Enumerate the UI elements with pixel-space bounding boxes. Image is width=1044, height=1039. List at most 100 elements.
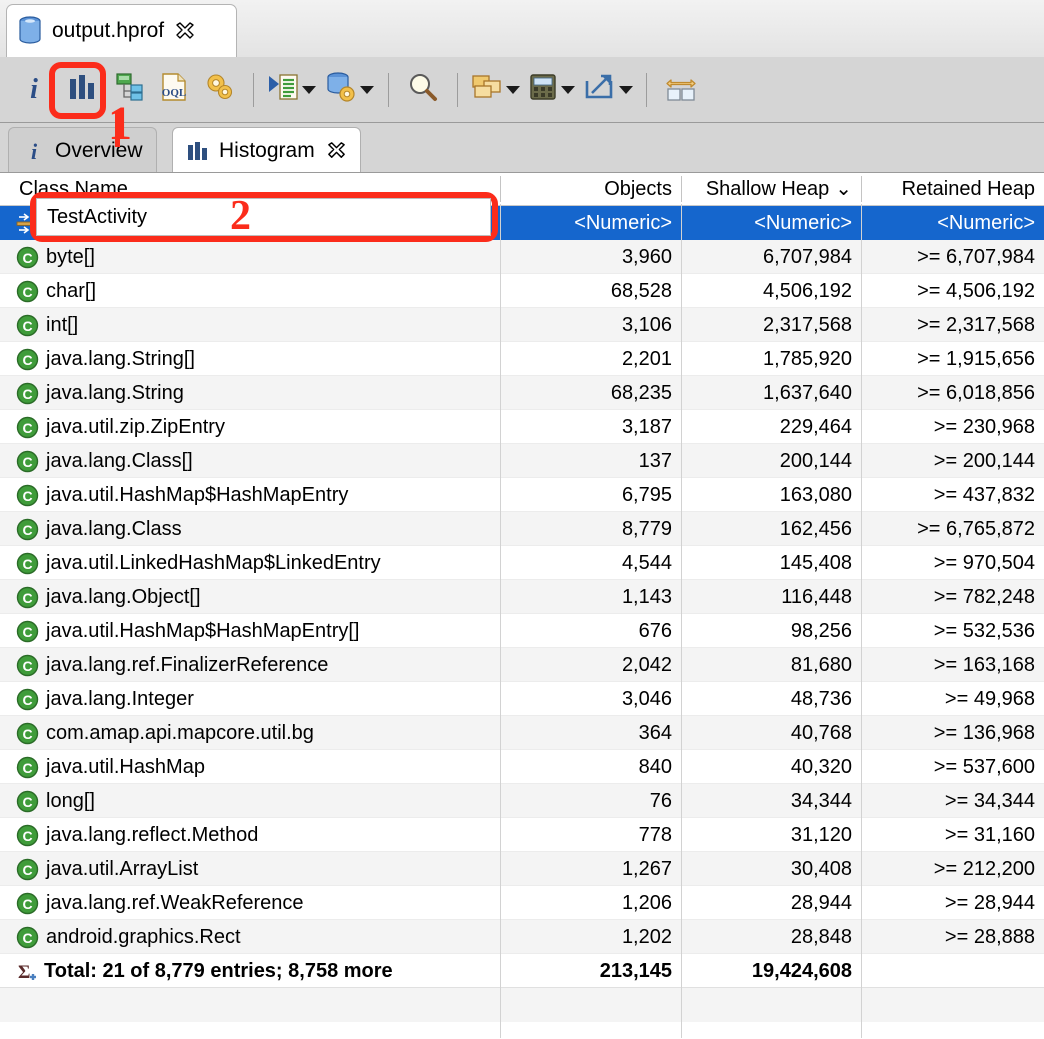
cell-name: android.graphics.Rect — [46, 926, 241, 948]
table-row[interactable]: Cjava.util.HashMap 840 40,320 >= 537,600 — [0, 750, 1044, 784]
chevron-down-icon[interactable] — [618, 85, 633, 94]
dominator-tree-button[interactable] — [108, 66, 152, 114]
cell-name: java.util.HashMap$HashMapEntry — [46, 484, 349, 506]
table-row[interactable]: Cjava.lang.Integer 3,046 48,736 >= 49,968 — [0, 682, 1044, 716]
cell-objects: 1,143 — [621, 586, 672, 608]
table-row[interactable]: Cjava.lang.String[] 2,201 1,785,920 >= 1,91… — [0, 342, 1044, 376]
cell-name: byte[] — [46, 246, 95, 268]
histogram-bars-icon — [67, 73, 97, 106]
table-row[interactable]: Cjava.util.HashMap$HashMapEntry 6,795 163,… — [0, 478, 1044, 512]
editor-tab-title: output.hprof — [52, 19, 165, 42]
calculate-button[interactable] — [523, 66, 579, 114]
toolbar-separator — [646, 72, 647, 107]
column-header-retained-heap[interactable]: Retained Heap — [862, 173, 1044, 205]
toolbar-separator — [253, 72, 254, 107]
table-row[interactable]: Cjava.util.HashMap$HashMapEntry[] 676 98,2… — [0, 614, 1044, 648]
cell-retained: >= 437,832 — [933, 484, 1035, 506]
tab-histogram[interactable]: Histogram — [172, 127, 361, 173]
table-row[interactable]: Cjava.util.ArrayList 1,267 30,408 >= 212,20… — [0, 852, 1044, 886]
cell-name: java.lang.String[] — [46, 348, 195, 370]
cell-retained: >= 2,317,568 — [917, 314, 1035, 336]
class-name-filter-value: TestActivity — [47, 205, 148, 228]
cell-objects: 1,202 — [621, 926, 672, 948]
table-row[interactable]: Clong[] 76 34,344 >= 34,344 — [0, 784, 1044, 818]
cell-shallow: 200,144 — [779, 450, 852, 472]
cell-name: java.util.ArrayList — [46, 858, 199, 880]
cell-shallow: 116,448 — [781, 586, 852, 608]
find-button[interactable] — [398, 66, 448, 114]
cell-name: java.util.zip.ZipEntry — [46, 416, 225, 438]
cell-name: Total: 21 of 8,779 entries; 8,758 more — [44, 960, 393, 982]
table-row[interactable]: Cjava.lang.Object[] 1,143 116,448 >= 782,24… — [0, 580, 1044, 614]
cell-name: java.lang.Class — [46, 518, 182, 540]
close-icon[interactable] — [174, 20, 196, 42]
table-row[interactable]: Candroid.graphics.Rect 1,202 28,848 >= 28,8… — [0, 920, 1044, 954]
table-row[interactable]: Cjava.lang.String 68,235 1,637,640 >= 6,018… — [0, 376, 1044, 410]
sort-descending-caret-icon[interactable]: ⌄ — [835, 173, 852, 205]
chevron-down-icon[interactable] — [359, 85, 374, 94]
export-arrow-icon — [584, 73, 616, 106]
table-row[interactable]: Cjava.lang.ref.FinalizerReference 2,042 81… — [0, 648, 1044, 682]
table-row[interactable]: Cjava.util.LinkedHashMap$LinkedEntry 4,54… — [0, 546, 1044, 580]
class-name-filter-input[interactable]: TestActivity — [36, 198, 491, 236]
magnifier-icon — [407, 72, 439, 107]
cell-name: java.lang.ref.WeakReference — [46, 892, 304, 914]
histogram-table: Class Name Objects Shallow Heap ⌄ Retaine… — [0, 172, 1044, 1039]
cell-shallow: <Numeric> — [754, 212, 852, 234]
toolbar-separator — [388, 72, 389, 107]
editor-tab-strip: output.hprof — [0, 0, 1044, 58]
table-row[interactable]: Cchar[] 68,528 4,506,192 >= 4,506,192 — [0, 274, 1044, 308]
gear-cogs-icon — [204, 72, 236, 107]
cell-retained: >= 1,915,656 — [917, 348, 1035, 370]
cell-objects: 8,779 — [621, 518, 672, 540]
cell-objects: 3,106 — [621, 314, 672, 336]
table-row[interactable]: Cjava.lang.ref.WeakReference 1,206 28,944 >… — [0, 886, 1044, 920]
oql-button[interactable]: OQL — [152, 66, 196, 114]
table-row[interactable]: Cjava.util.zip.ZipEntry 3,187 229,464 >= 23… — [0, 410, 1044, 444]
run-list-icon — [267, 73, 299, 106]
chevron-down-icon[interactable] — [560, 85, 575, 94]
cell-retained: >= 970,504 — [933, 552, 1035, 574]
histogram-button[interactable] — [56, 66, 108, 114]
heap-query-button[interactable] — [319, 66, 379, 114]
cell-retained: >= 6,707,984 — [917, 246, 1035, 268]
chevron-down-icon[interactable] — [301, 85, 316, 94]
export-button[interactable] — [579, 66, 637, 114]
toolbar-separator — [457, 72, 458, 107]
chevron-down-icon[interactable] — [505, 85, 520, 94]
compare-panes-button[interactable] — [656, 66, 706, 114]
column-header-shallow-heap-label: Shallow Heap — [705, 178, 830, 200]
tab-overview[interactable]: i Overview — [8, 127, 157, 173]
table-row[interactable]: Cjava.lang.Class 8,779 162,456 >= 6,765,872 — [0, 512, 1044, 546]
table-row[interactable]: Cjava.lang.Class[] 137 200,144 >= 200,144 — [0, 444, 1044, 478]
cell-objects: 2,042 — [621, 654, 672, 676]
cell-shallow: 40,320 — [790, 756, 852, 778]
cell-retained: >= 200,144 — [933, 450, 1035, 472]
group-by-button[interactable] — [467, 66, 523, 114]
cell-shallow: 30,408 — [790, 858, 852, 880]
table-row[interactable]: Cint[] 3,106 2,317,568 >= 2,317,568 — [0, 308, 1044, 342]
cell-shallow: 98,256 — [790, 620, 852, 642]
cell-name: java.util.HashMap$HashMapEntry[] — [46, 620, 360, 642]
run-expert-system-button[interactable] — [263, 66, 319, 114]
column-header-objects[interactable]: Objects — [501, 173, 681, 205]
editor-tab-output-hprof[interactable]: output.hprof — [6, 4, 237, 57]
toolbar: i OQL — [0, 57, 1044, 123]
cell-retained: >= 28,944 — [944, 892, 1035, 914]
cell-objects: 4,544 — [621, 552, 672, 574]
column-header-shallow-heap[interactable]: Shallow Heap ⌄ — [682, 173, 861, 205]
table-row[interactable]: Ccom.amap.api.mapcore.util.bg 364 40,768 >=… — [0, 716, 1044, 750]
heap-gear-icon — [325, 72, 357, 107]
close-icon[interactable] — [326, 140, 347, 161]
cell-shallow: 19,424,608 — [751, 960, 852, 982]
cell-retained: >= 6,018,856 — [917, 382, 1035, 404]
table-row[interactable]: Cjava.lang.reflect.Method 778 31,120 >= 31,… — [0, 818, 1044, 852]
cell-retained: >= 537,600 — [933, 756, 1035, 778]
thread-overview-button[interactable] — [196, 66, 244, 114]
overview-info-button[interactable]: i — [12, 66, 56, 114]
cell-retained: >= 212,200 — [933, 858, 1035, 880]
cell-retained: >= 782,248 — [933, 586, 1035, 608]
table-row[interactable]: Cbyte[] 3,960 6,707,984 >= 6,707,984 — [0, 240, 1044, 274]
table-body: <Numeric> <Numeric> <Numeric> Cbyte[] 3,960 6… — [0, 206, 1044, 1039]
cell-shallow: 163,080 — [779, 484, 852, 506]
